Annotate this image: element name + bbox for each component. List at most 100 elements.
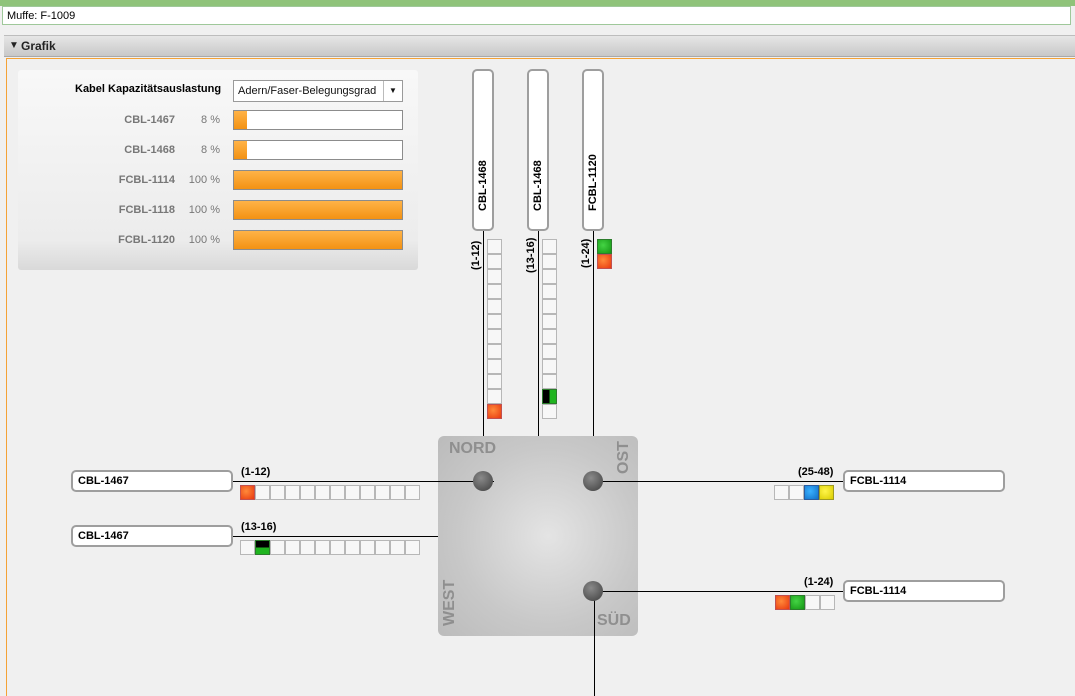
fiber-cell-north-1[interactable] [487, 329, 502, 344]
fiber-cell-west-2[interactable] [255, 540, 270, 555]
fiber-cell-west-1[interactable] [300, 485, 315, 500]
port-north-east[interactable] [583, 471, 603, 491]
fiber-cell-west-2[interactable] [330, 540, 345, 555]
cable-box-east-2[interactable]: FCBL-1114 [843, 580, 1005, 602]
fiber-cell-north-2[interactable] [542, 374, 557, 389]
splice-node: NORD OST SÜD WEST [438, 436, 638, 636]
chevron-down-icon[interactable]: ▼ [383, 81, 402, 101]
fiber-cell-north-1[interactable] [487, 239, 502, 254]
fiber-cell-west-1[interactable] [375, 485, 390, 500]
fiber-cell-west-1[interactable] [285, 485, 300, 500]
capacity-row: CBL-1467 8 % [0, 109, 410, 131]
fiber-cell-west-1[interactable] [255, 485, 270, 500]
fiber-cell-east-1[interactable] [819, 485, 834, 500]
collapse-triangle-icon[interactable]: ▼ [9, 36, 19, 56]
fiber-cell-west-2[interactable] [300, 540, 315, 555]
cable-box-west-1[interactable]: CBL-1467 [71, 470, 233, 492]
connector-line-east-2 [594, 591, 844, 592]
section-header-grafik[interactable]: ▼ Grafik [4, 35, 1075, 57]
fiber-cell-east-2[interactable] [820, 595, 835, 610]
fiber-cell-east-1[interactable] [774, 485, 789, 500]
fiber-cell-west-2[interactable] [315, 540, 330, 555]
window-title: Muffe: F-1009 [2, 6, 1071, 25]
fiber-cell-west-2[interactable] [270, 540, 285, 555]
fiber-cell-north-1[interactable] [487, 299, 502, 314]
capacity-bar [233, 140, 403, 160]
capacity-row: FCBL-1118 100 % [0, 199, 410, 221]
fiber-cell-east-2[interactable] [805, 595, 820, 610]
capacity-bar [233, 170, 403, 190]
capacity-mode-select[interactable]: Adern/Faser-Belegungsgrad ▼ [233, 80, 403, 102]
fiber-cell-west-2[interactable] [285, 540, 300, 555]
fiber-cell-north-1[interactable] [487, 254, 502, 269]
fiber-cell-west-2[interactable] [345, 540, 360, 555]
fiber-cell-north-2[interactable] [542, 359, 557, 374]
range-label-west-2: (13-16) [241, 521, 277, 533]
fiber-cell-west-1[interactable] [390, 485, 405, 500]
fiber-cell-north-2[interactable] [542, 269, 557, 284]
fiber-cell-east-1[interactable] [789, 485, 804, 500]
fiber-cell-west-2[interactable] [375, 540, 390, 555]
connector-line-south [594, 591, 595, 696]
cable-name: CBL-1468 [477, 160, 489, 211]
capacity-row-name: CBL-1468 [124, 144, 175, 156]
fiber-cell-north-1[interactable] [487, 344, 502, 359]
capacity-bar [233, 110, 403, 130]
fiber-cell-north-2[interactable] [542, 314, 557, 329]
capacity-row-percent: 8 % [201, 114, 220, 126]
range-label-north-2: (13-16) [525, 237, 537, 273]
connector-line-east-1 [594, 481, 844, 482]
fiber-cell-north-1[interactable] [487, 404, 502, 419]
range-label-west-1: (1-12) [241, 466, 271, 478]
connector-line-north-2 [538, 231, 539, 436]
fiber-cell-north-3[interactable] [597, 254, 612, 269]
fiber-cell-north-2[interactable] [542, 299, 557, 314]
fiber-cell-west-2[interactable] [405, 540, 420, 555]
cable-name: CBL-1468 [532, 160, 544, 211]
cable-box-east-1[interactable]: FCBL-1114 [843, 470, 1005, 492]
cable-box-north-1[interactable]: CBL-1468 [472, 69, 494, 231]
fiber-cell-north-1[interactable] [487, 314, 502, 329]
fiber-cell-east-2[interactable] [790, 595, 805, 610]
capacity-row-name: CBL-1467 [124, 114, 175, 126]
fiber-cell-north-2[interactable] [542, 329, 557, 344]
fiber-cell-west-2[interactable] [360, 540, 375, 555]
fiber-cell-north-1[interactable] [487, 359, 502, 374]
fiber-cell-east-1[interactable] [804, 485, 819, 500]
cable-box-north-3[interactable]: FCBL-1120 [582, 69, 604, 231]
range-label-north-3: (1-24) [580, 238, 592, 268]
fiber-cell-west-2[interactable] [390, 540, 405, 555]
fiber-cell-west-1[interactable] [270, 485, 285, 500]
fiber-cell-north-2[interactable] [542, 389, 557, 404]
capacity-bar [233, 230, 403, 250]
cable-box-north-2[interactable]: CBL-1468 [527, 69, 549, 231]
fiber-cell-east-2[interactable] [775, 595, 790, 610]
capacity-row-percent: 100 % [188, 234, 220, 246]
fiber-cell-north-2[interactable] [542, 284, 557, 299]
port-south-east[interactable] [583, 581, 603, 601]
capacity-label: Kabel Kapazitätsauslastung [75, 83, 222, 95]
fiber-cell-west-1[interactable] [360, 485, 375, 500]
capacity-row-percent: 100 % [188, 174, 220, 186]
fiber-cell-west-1[interactable] [240, 485, 255, 500]
cable-box-west-2[interactable]: CBL-1467 [71, 525, 233, 547]
fiber-cell-north-1[interactable] [487, 374, 502, 389]
fiber-cell-west-1[interactable] [405, 485, 420, 500]
fiber-cell-north-2[interactable] [542, 239, 557, 254]
fiber-cell-north-2[interactable] [542, 404, 557, 419]
node-label-east: OST [615, 441, 632, 474]
fiber-cell-west-2[interactable] [240, 540, 255, 555]
fiber-cell-north-1[interactable] [487, 284, 502, 299]
fiber-cell-north-1[interactable] [487, 389, 502, 404]
capacity-row-name: FCBL-1114 [118, 174, 175, 186]
fiber-cell-west-1[interactable] [345, 485, 360, 500]
capacity-bar [233, 200, 403, 220]
fiber-cell-west-1[interactable] [330, 485, 345, 500]
fiber-cell-north-3[interactable] [597, 239, 612, 254]
fiber-cell-north-2[interactable] [542, 254, 557, 269]
port-north-west[interactable] [473, 471, 493, 491]
fiber-cell-west-1[interactable] [315, 485, 330, 500]
fiber-cell-north-1[interactable] [487, 269, 502, 284]
capacity-row: FCBL-1120 100 % [0, 229, 410, 251]
fiber-cell-north-2[interactable] [542, 344, 557, 359]
